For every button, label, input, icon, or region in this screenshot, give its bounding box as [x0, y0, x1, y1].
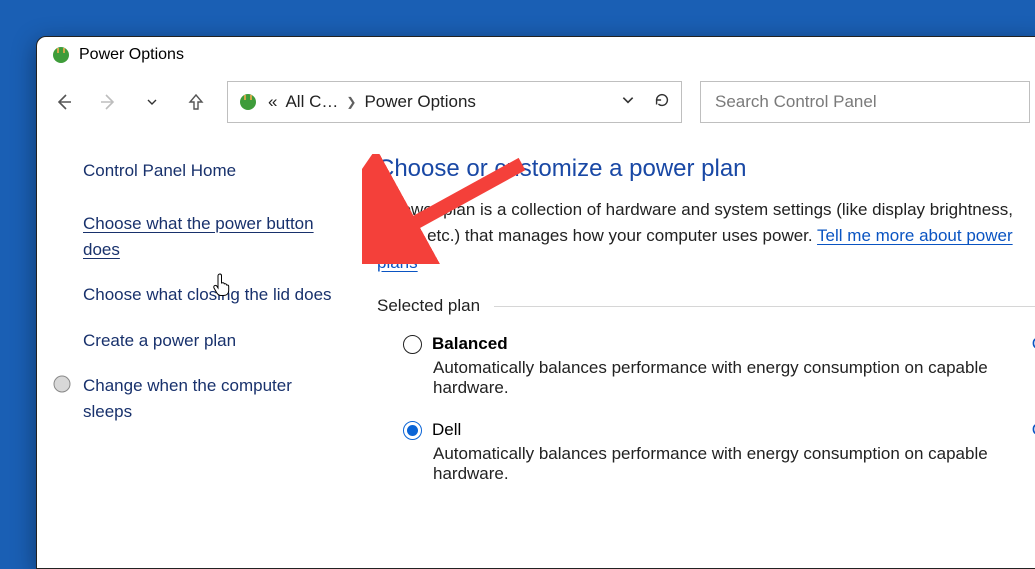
breadcrumb-crumb[interactable]: All C… [285, 92, 338, 112]
power-plan-option: Balanced Automatically balances performa… [377, 334, 1035, 398]
group-label: Selected plan [377, 296, 480, 316]
power-plug-icon [238, 92, 258, 112]
titlebar: Power Options [37, 37, 1035, 71]
address-bar[interactable]: « All C… ❯ Power Options [227, 81, 682, 123]
radio-dell[interactable] [403, 421, 422, 440]
breadcrumb[interactable]: « All C… ❯ Power Options [268, 92, 611, 112]
radio-balanced[interactable] [403, 335, 422, 354]
breadcrumb-crumb[interactable]: Power Options [364, 92, 476, 112]
plan-description: Automatically balances performance with … [403, 358, 1035, 398]
page-description: A power plan is a collection of hardware… [377, 197, 1035, 276]
plan-name: Balanced [432, 334, 508, 354]
nav-recent-dropdown[interactable] [139, 89, 165, 115]
search-input[interactable]: Search Control Panel [700, 81, 1030, 123]
shield-icon [53, 375, 71, 393]
control-panel-home-link[interactable]: Control Panel Home [83, 161, 337, 181]
breadcrumb-prefix: « [268, 92, 277, 112]
power-plug-icon [51, 45, 71, 65]
sidebar-item-power-button[interactable]: Choose what the power button does [83, 211, 337, 262]
page-heading: Choose or customize a power plan [377, 155, 1035, 183]
sidebar-item-change-sleep[interactable]: Change when the computer sleeps [83, 373, 337, 424]
selected-plan-group: Selected plan [377, 296, 1035, 316]
sidebar-item-create-plan[interactable]: Create a power plan [83, 328, 337, 354]
sidebar-item-label: Change when the computer sleeps [83, 376, 292, 421]
window-title: Power Options [79, 46, 184, 64]
refresh-button[interactable] [653, 91, 671, 114]
main-content: Choose or customize a power plan A power… [347, 137, 1035, 568]
power-options-window: Power Options « All C… ❯ Power Options [36, 36, 1035, 569]
plan-name: Dell [432, 420, 461, 440]
nav-back-button[interactable] [51, 89, 77, 115]
divider [494, 306, 1035, 307]
chevron-right-icon[interactable]: ❯ [346, 95, 356, 109]
sidebar: Control Panel Home Choose what the power… [37, 137, 347, 568]
address-history-dropdown[interactable] [621, 93, 635, 112]
sidebar-item-closing-lid[interactable]: Choose what closing the lid does [83, 282, 337, 308]
plan-description: Automatically balances performance with … [403, 444, 1035, 484]
nav-forward-button[interactable] [95, 89, 121, 115]
nav-up-button[interactable] [183, 89, 209, 115]
toolbar: « All C… ❯ Power Options Search Control … [37, 71, 1035, 137]
power-plan-option: Dell Automatically balances performance … [377, 420, 1035, 484]
